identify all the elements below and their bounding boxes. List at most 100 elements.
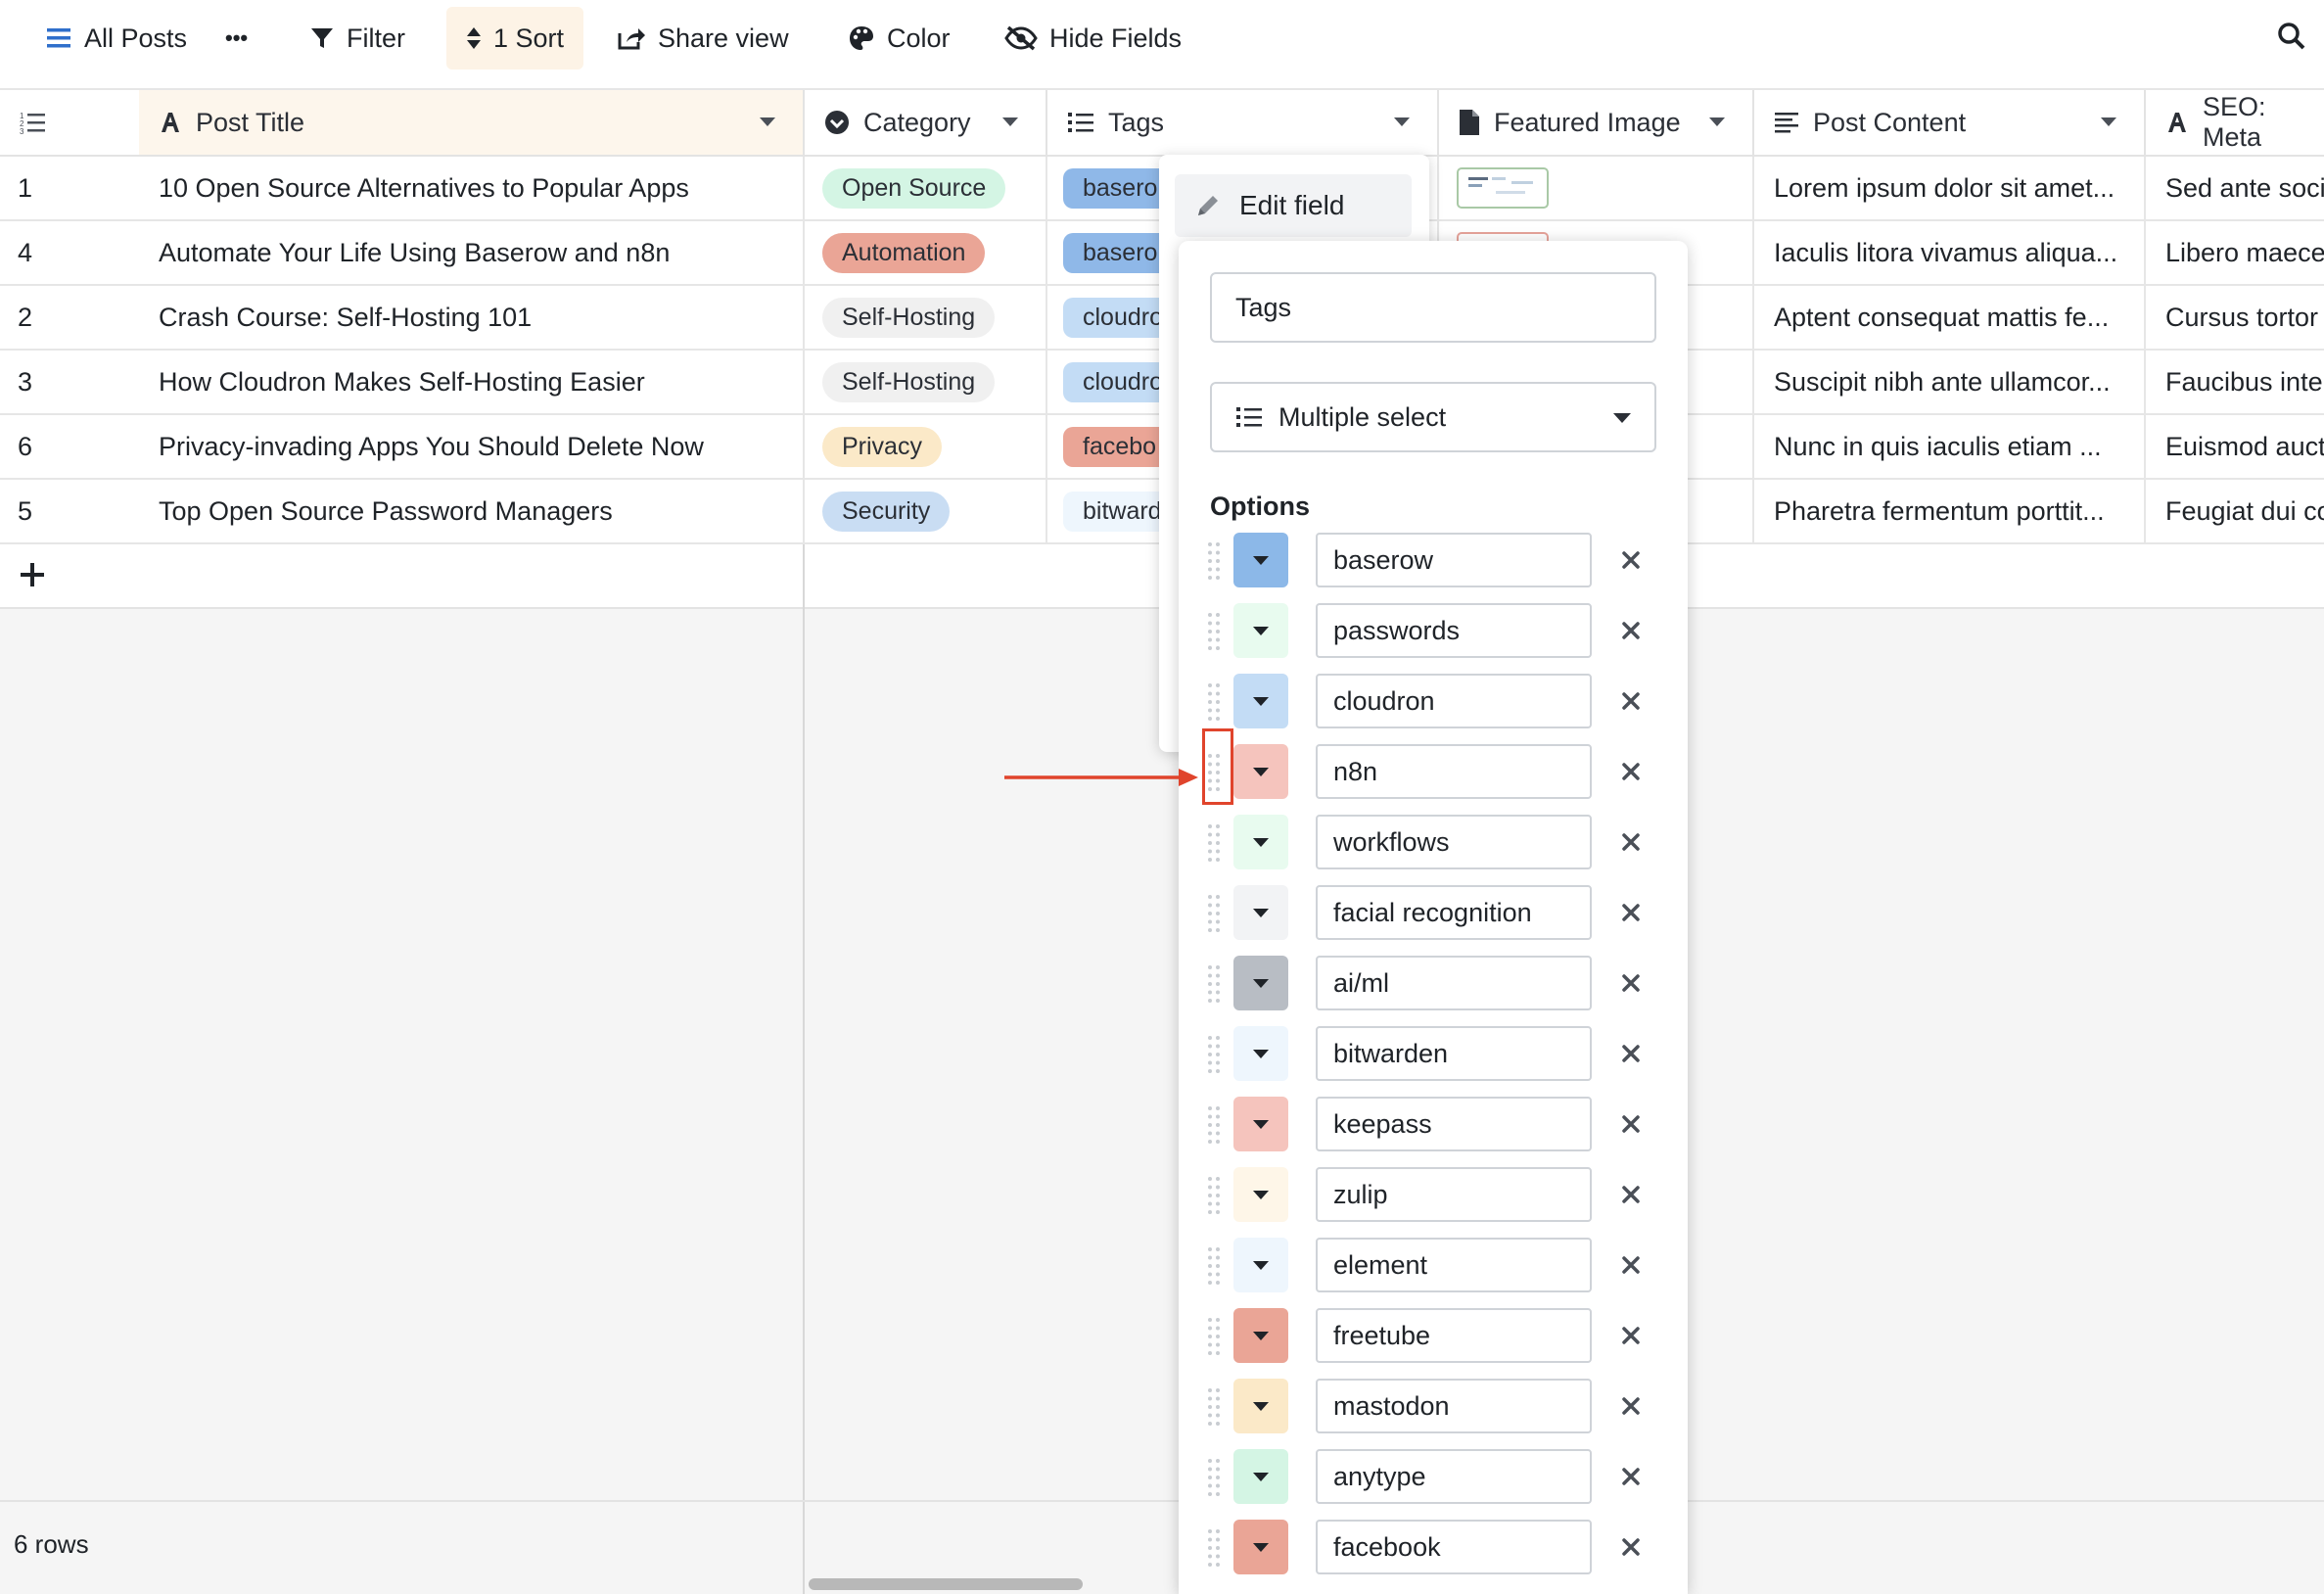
post-title-cell[interactable]: Privacy-invading Apps You Should Delete … [139, 415, 805, 478]
option-color-picker[interactable] [1233, 1097, 1288, 1151]
option-value-input[interactable]: facial recognition [1316, 885, 1592, 940]
option-value-input[interactable]: element [1316, 1238, 1592, 1292]
post-title-cell[interactable]: Crash Course: Self-Hosting 101 [139, 286, 805, 349]
option-value-input[interactable]: facebook [1316, 1520, 1592, 1574]
remove-option-icon[interactable] [1621, 1114, 1641, 1134]
option-value-input[interactable]: zulip [1316, 1167, 1592, 1222]
color-button[interactable]: Color [828, 7, 970, 70]
remove-option-icon[interactable] [1621, 832, 1641, 852]
remove-option-icon[interactable] [1621, 1467, 1641, 1486]
remove-option-icon[interactable] [1621, 1326, 1641, 1345]
drag-handle-icon[interactable] [1206, 1245, 1222, 1287]
chevron-down-icon[interactable] [1394, 117, 1410, 126]
category-cell[interactable]: Privacy [805, 415, 1047, 478]
option-value-input[interactable]: bitwarden [1316, 1026, 1592, 1081]
chevron-down-icon[interactable] [1002, 117, 1018, 126]
post-content-cell[interactable]: Lorem ipsum dolor sit amet... [1754, 157, 2146, 219]
drag-handle-icon[interactable] [1206, 1386, 1222, 1428]
option-color-picker[interactable] [1233, 1520, 1288, 1574]
seo-meta-cell[interactable]: Sed ante soci [2146, 157, 2324, 219]
option-color-picker[interactable] [1233, 1238, 1288, 1292]
seo-meta-cell[interactable]: Cursus tortor [2146, 286, 2324, 349]
remove-option-icon[interactable] [1621, 621, 1641, 640]
option-color-picker[interactable] [1233, 603, 1288, 658]
drag-handle-icon[interactable] [1206, 681, 1222, 723]
category-cell[interactable]: Security [805, 480, 1047, 542]
drag-handle-icon[interactable] [1206, 540, 1222, 582]
option-color-picker[interactable] [1233, 744, 1288, 799]
view-selector[interactable]: All Posts [25, 7, 207, 70]
add-row-button[interactable] [20, 562, 45, 592]
option-value-input[interactable]: baserow [1316, 533, 1592, 587]
drag-handle-icon[interactable] [1206, 893, 1222, 934]
remove-option-icon[interactable] [1621, 1255, 1641, 1275]
post-content-cell[interactable]: Pharetra fermentum porttit... [1754, 480, 2146, 542]
column-header-featured-image[interactable]: Featured Image [1439, 90, 1754, 157]
post-content-cell[interactable]: Iaculis litora vivamus aliqua... [1754, 221, 2146, 284]
category-cell[interactable]: Open Source [805, 157, 1047, 219]
image-thumbnail[interactable] [1457, 167, 1549, 209]
option-color-picker[interactable] [1233, 1167, 1288, 1222]
option-value-input[interactable]: cloudron [1316, 674, 1592, 728]
remove-option-icon[interactable] [1621, 1185, 1641, 1204]
edit-field-menu-item[interactable]: Edit field [1175, 174, 1412, 237]
search-button[interactable] [2277, 22, 2306, 56]
option-value-input[interactable]: keepass [1316, 1097, 1592, 1151]
field-type-dropdown[interactable]: Multiple select [1210, 382, 1656, 452]
field-name-input[interactable]: Tags [1210, 272, 1656, 343]
featured-image-cell[interactable] [1439, 157, 1754, 219]
post-title-cell[interactable]: Top Open Source Password Managers [139, 480, 805, 542]
column-header-post-title[interactable]: Post Title [139, 90, 805, 157]
share-view-button[interactable]: Share view [597, 7, 809, 70]
drag-handle-icon[interactable] [1206, 1104, 1222, 1146]
post-title-cell[interactable]: 10 Open Source Alternatives to Popular A… [139, 157, 805, 219]
drag-handle-icon[interactable] [1206, 1034, 1222, 1075]
seo-meta-cell[interactable]: Feugiat dui co [2146, 480, 2324, 542]
column-header-category[interactable]: Category [805, 90, 1047, 157]
seo-meta-cell[interactable]: Libero maece [2146, 221, 2324, 284]
chevron-down-icon[interactable] [760, 117, 775, 126]
option-value-input[interactable]: freetube [1316, 1308, 1592, 1363]
remove-option-icon[interactable] [1621, 1537, 1641, 1557]
option-color-picker[interactable] [1233, 1026, 1288, 1081]
option-value-input[interactable]: passwords [1316, 603, 1592, 658]
drag-handle-icon[interactable] [1206, 1527, 1222, 1569]
column-header-tags[interactable]: Tags [1047, 90, 1439, 157]
drag-handle-icon[interactable] [1206, 1316, 1222, 1357]
filter-button[interactable]: Filter [290, 7, 425, 70]
seo-meta-cell[interactable]: Faucibus inte [2146, 351, 2324, 413]
remove-option-icon[interactable] [1621, 691, 1641, 711]
hide-fields-button[interactable]: Hide Fields [985, 7, 1201, 70]
option-color-picker[interactable] [1233, 885, 1288, 940]
category-cell[interactable]: Self-Hosting [805, 286, 1047, 349]
category-cell[interactable]: Self-Hosting [805, 351, 1047, 413]
option-color-picker[interactable] [1233, 674, 1288, 728]
more-options-button[interactable]: ••• [206, 7, 267, 70]
drag-handle-icon[interactable] [1206, 611, 1222, 652]
post-title-cell[interactable]: Automate Your Life Using Baserow and n8n [139, 221, 805, 284]
category-cell[interactable]: Automation [805, 221, 1047, 284]
option-color-picker[interactable] [1233, 533, 1288, 587]
post-content-cell[interactable]: Nunc in quis iaculis etiam ... [1754, 415, 2146, 478]
drag-handle-icon[interactable] [1206, 822, 1222, 864]
post-title-cell[interactable]: How Cloudron Makes Self-Hosting Easier [139, 351, 805, 413]
option-value-input[interactable]: workflows [1316, 815, 1592, 869]
row-count-header[interactable]: 123 [0, 90, 139, 157]
option-value-input[interactable]: ai/ml [1316, 956, 1592, 1010]
column-header-post-content[interactable]: Post Content [1754, 90, 2146, 157]
remove-option-icon[interactable] [1621, 903, 1641, 922]
horizontal-scrollbar[interactable] [809, 1578, 1083, 1590]
column-header-seo-meta[interactable]: SEO: Meta [2146, 90, 2324, 157]
remove-option-icon[interactable] [1621, 1044, 1641, 1063]
remove-option-icon[interactable] [1621, 550, 1641, 570]
drag-handle-icon[interactable] [1206, 1175, 1222, 1216]
remove-option-icon[interactable] [1621, 973, 1641, 993]
chevron-down-icon[interactable] [1709, 117, 1725, 126]
option-value-input[interactable]: mastodon [1316, 1379, 1592, 1433]
option-color-picker[interactable] [1233, 815, 1288, 869]
sort-button[interactable]: 1 Sort [446, 7, 584, 70]
post-content-cell[interactable]: Aptent consequat mattis fe... [1754, 286, 2146, 349]
drag-handle-icon[interactable] [1206, 963, 1222, 1005]
remove-option-icon[interactable] [1621, 762, 1641, 781]
option-color-picker[interactable] [1233, 956, 1288, 1010]
